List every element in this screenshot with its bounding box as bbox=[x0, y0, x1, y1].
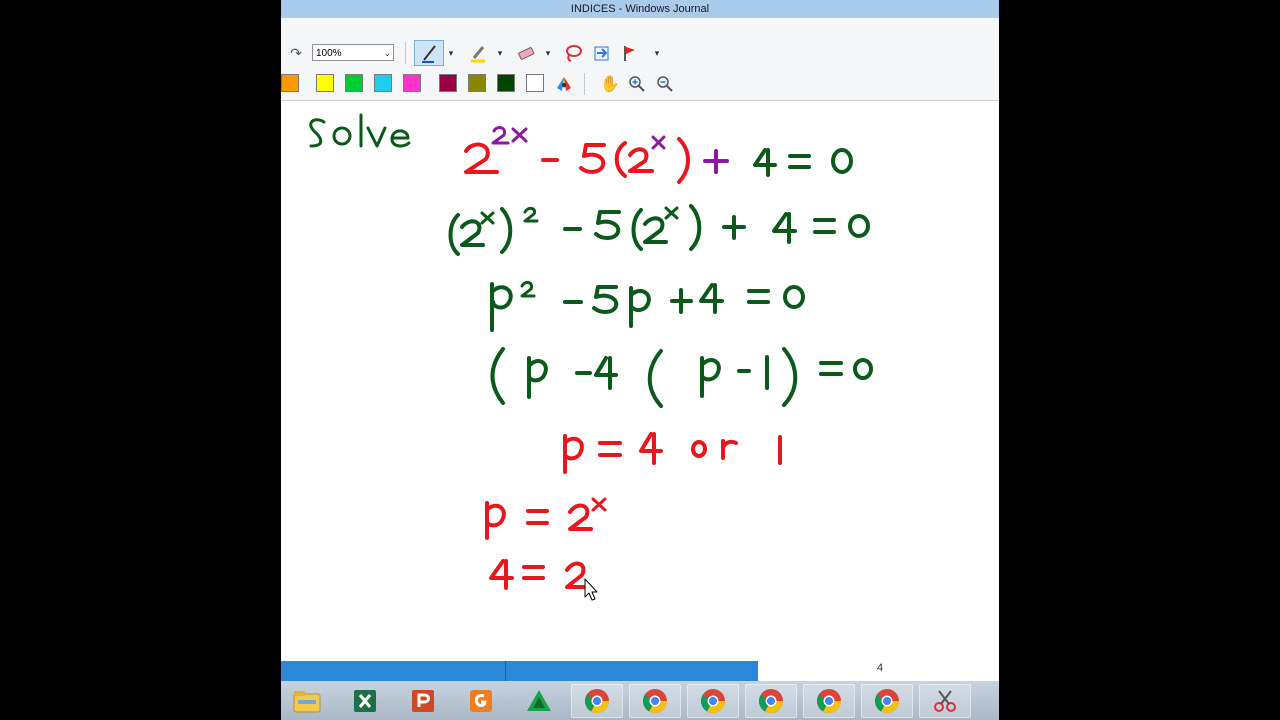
taskbar-powerpoint[interactable] bbox=[397, 684, 449, 718]
flag-dropdown-icon[interactable]: ▾ bbox=[652, 44, 662, 62]
insert-space-icon bbox=[594, 46, 609, 61]
color-picker-button[interactable] bbox=[552, 73, 576, 95]
zoom-in-button[interactable] bbox=[626, 73, 648, 95]
chrome-icon bbox=[584, 689, 609, 714]
color-swatch-orange[interactable] bbox=[281, 74, 299, 92]
color-swatch-white[interactable] bbox=[526, 74, 544, 92]
palette-icon bbox=[557, 77, 571, 91]
taskbar-green-app[interactable] bbox=[513, 684, 565, 718]
lasso-button[interactable] bbox=[561, 41, 585, 65]
horizontal-scrollbar[interactable] bbox=[281, 661, 758, 681]
ink-line-1 bbox=[464, 126, 853, 184]
excel-icon bbox=[354, 690, 376, 712]
foxit-icon bbox=[470, 690, 492, 712]
page-number: 4 bbox=[877, 662, 884, 674]
color-toolbar: ✋ bbox=[281, 69, 999, 101]
chrome-icon bbox=[816, 689, 841, 714]
color-swatch-yellow[interactable] bbox=[316, 74, 334, 92]
triangle-app-icon bbox=[527, 690, 551, 711]
menu-bar bbox=[281, 18, 999, 39]
windows-taskbar bbox=[281, 681, 999, 720]
taskbar-snipping-tool[interactable] bbox=[919, 684, 971, 718]
color-swatch-green[interactable] bbox=[345, 74, 363, 92]
chrome-icon bbox=[758, 689, 783, 714]
highlighter-dropdown-icon[interactable]: ▾ bbox=[495, 44, 505, 62]
ink-line-6 bbox=[485, 497, 607, 540]
zoom-value: 100% bbox=[316, 48, 342, 59]
zoom-select[interactable]: 100% ⌄ bbox=[312, 44, 394, 61]
toolbar-divider bbox=[405, 42, 406, 64]
taskbar-foxit[interactable] bbox=[455, 684, 507, 718]
flag-button[interactable] bbox=[619, 41, 641, 65]
pen-button[interactable] bbox=[414, 40, 444, 66]
taskbar-chrome-5[interactable] bbox=[803, 684, 855, 718]
pen-icon bbox=[422, 45, 436, 63]
eraser-icon bbox=[518, 47, 535, 60]
toolbar-divider bbox=[584, 73, 585, 95]
color-swatch-olive[interactable] bbox=[468, 74, 486, 92]
color-swatch-cyan[interactable] bbox=[374, 74, 392, 92]
window-title: INDICES - Windows Journal bbox=[570, 3, 710, 15]
color-swatch-maroon[interactable] bbox=[439, 74, 457, 92]
chevron-down-icon: ⌄ bbox=[383, 48, 391, 58]
taskbar-chrome-6[interactable] bbox=[861, 684, 913, 718]
undo-arrow-icon[interactable]: ↷ bbox=[285, 42, 307, 64]
ink-line-2 bbox=[448, 204, 870, 256]
ink-line-3 bbox=[490, 280, 805, 332]
chrome-icon bbox=[700, 689, 725, 714]
highlighter-icon bbox=[471, 46, 485, 63]
zoom-out-button[interactable] bbox=[654, 73, 676, 95]
taskbar-excel[interactable] bbox=[339, 684, 391, 718]
folder-icon bbox=[293, 691, 321, 713]
flag-icon bbox=[624, 46, 635, 61]
taskbar-chrome-4[interactable] bbox=[745, 684, 797, 718]
pen-toolbar: ↷ 100% ⌄ ▾ ▾ ▾ ▾ bbox=[281, 38, 999, 69]
chrome-icon bbox=[874, 689, 899, 714]
handwritten-ink bbox=[309, 113, 873, 601]
eraser-button[interactable] bbox=[514, 41, 538, 65]
powerpoint-icon bbox=[412, 690, 434, 712]
journal-page[interactable] bbox=[281, 101, 999, 661]
taskbar-chrome-3[interactable] bbox=[687, 684, 739, 718]
title-bar: INDICES - Windows Journal bbox=[281, 0, 999, 18]
zoom-in-icon bbox=[629, 76, 645, 92]
mouse-cursor-icon bbox=[584, 578, 598, 601]
highlighter-button[interactable] bbox=[466, 41, 490, 65]
taskbar-chrome-1[interactable] bbox=[571, 684, 623, 718]
pen-dropdown-icon[interactable]: ▾ bbox=[446, 44, 456, 62]
scrollbar-divider bbox=[505, 661, 506, 681]
ink-line-4 bbox=[490, 347, 873, 408]
chrome-icon bbox=[642, 689, 667, 714]
ink-line-7 bbox=[489, 559, 589, 590]
ink-line-5 bbox=[563, 432, 782, 474]
windows-journal-window: INDICES - Windows Journal ↷ 100% ⌄ ▾ ▾ ▾ bbox=[281, 0, 999, 720]
color-swatch-dark-green[interactable] bbox=[497, 74, 515, 92]
insert-space-button[interactable] bbox=[589, 41, 613, 65]
color-swatch-magenta[interactable] bbox=[403, 74, 421, 92]
taskbar-file-explorer[interactable] bbox=[281, 684, 333, 718]
taskbar-chrome-2[interactable] bbox=[629, 684, 681, 718]
pan-hand-icon[interactable]: ✋ bbox=[599, 73, 621, 95]
zoom-out-icon bbox=[657, 76, 673, 92]
eraser-dropdown-icon[interactable]: ▾ bbox=[543, 44, 553, 62]
scissors-icon bbox=[934, 690, 956, 712]
lasso-icon bbox=[566, 45, 582, 62]
ink-heading-solve bbox=[309, 113, 411, 148]
